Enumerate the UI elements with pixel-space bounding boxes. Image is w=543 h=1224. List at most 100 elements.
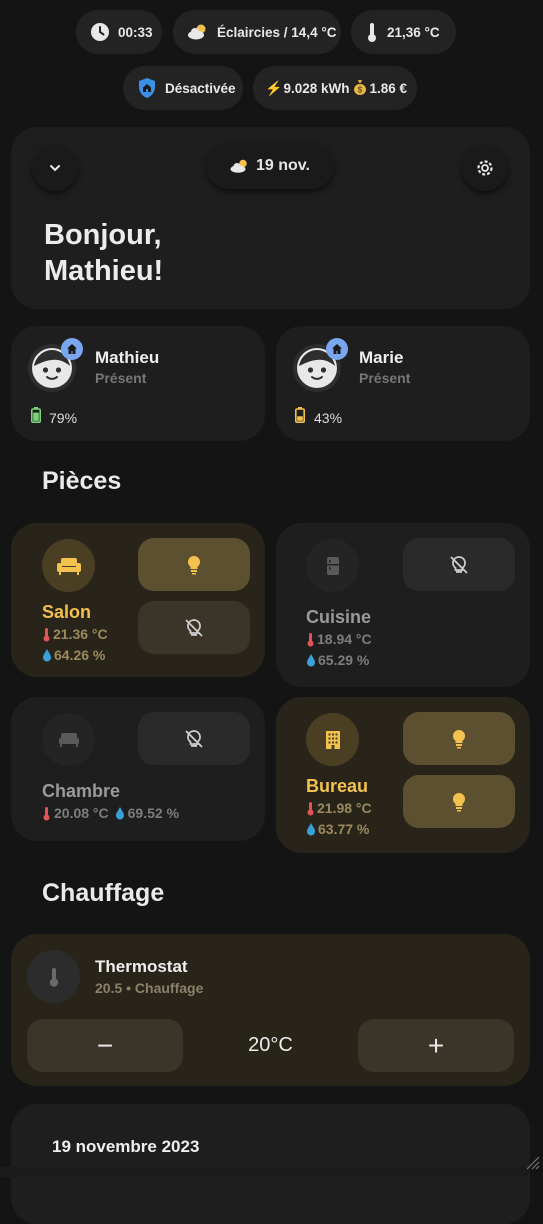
collapse-button[interactable] [32, 145, 78, 191]
bulb-icon [452, 729, 466, 748]
room-temperature: 18.94 °C [306, 631, 372, 647]
person-status: Présent [95, 370, 147, 386]
room-humidity: 63.77 % [306, 821, 369, 837]
droplet-icon [115, 806, 125, 820]
greeting-line-2: Mathieu! [44, 255, 164, 287]
increase-button[interactable]: + [358, 1019, 514, 1072]
room-card-bureau[interactable]: Bureau 21.98 °C 63.77 % [276, 697, 530, 853]
temperature-text: 21,36 °C [387, 24, 440, 40]
heating-section-title: Chauffage [42, 879, 165, 907]
light-off-button[interactable] [403, 538, 515, 591]
room-card-cuisine[interactable]: Cuisine 18.94 °C 65.29 % [276, 523, 530, 687]
calendar-card[interactable]: 19 novembre 2023 [11, 1104, 530, 1224]
partly-cloudy-icon [187, 23, 209, 41]
horizontal-scrollbar[interactable] [0, 1167, 530, 1177]
bulb-off-icon [450, 555, 468, 574]
room-icon-circle [306, 713, 359, 766]
alarm-text: Désactivée [165, 80, 236, 96]
thermometer-icon [306, 632, 315, 647]
person-status: Présent [359, 370, 411, 386]
room-temperature-value: 21.36 °C [53, 626, 108, 642]
greeting: Bonjour, Mathieu! [44, 217, 163, 289]
chevron-down-icon [50, 165, 60, 172]
person-name: Mathieu [95, 348, 160, 367]
time-chip[interactable]: 00:33 [76, 10, 162, 54]
settings-button[interactable] [462, 145, 508, 191]
bulb-off-icon [185, 729, 203, 748]
room-name: Cuisine [306, 607, 372, 627]
room-temperature: 21.36 °C [42, 626, 108, 642]
person-name: Marie [359, 348, 404, 367]
light-off-button[interactable] [138, 601, 250, 654]
droplet-icon [306, 653, 316, 667]
droplet-icon [306, 822, 316, 836]
room-icon-circle [306, 539, 359, 592]
resize-grip-icon[interactable] [524, 1154, 540, 1170]
calendar-date: 19 novembre 2023 [52, 1137, 200, 1156]
temperature-chip[interactable]: 21,36 °C [351, 10, 456, 54]
fridge-icon [326, 556, 339, 575]
light-on-button-1[interactable] [403, 712, 515, 765]
room-icon-circle [42, 713, 95, 766]
room-name: Salon [42, 602, 92, 622]
room-humidity-value: 69.52 % [127, 805, 180, 821]
battery-text: 79% [49, 410, 78, 426]
thermometer-icon [42, 806, 51, 821]
light-on-button[interactable] [138, 538, 250, 591]
thermostat-icon-circle [27, 950, 80, 1003]
room-temperature-value: 20.08 °C [54, 805, 109, 821]
date-pill[interactable]: 19 nov. [206, 143, 334, 189]
droplet-icon [42, 648, 52, 662]
battery-icon [31, 407, 41, 428]
thermostat-name: Thermostat [95, 957, 188, 976]
room-humidity-value: 65.29 % [318, 652, 370, 668]
bed-icon [58, 732, 79, 747]
person-card-mathieu[interactable]: Mathieu Présent 79% [11, 326, 265, 441]
decrease-button[interactable]: − [27, 1019, 183, 1072]
room-humidity: 64.26 % [42, 647, 105, 663]
thermometer-icon [49, 967, 58, 987]
room-humidity-value: 63.77 % [318, 821, 370, 837]
home-badge-icon [61, 338, 83, 360]
office-building-icon [325, 730, 340, 749]
room-card-salon[interactable]: Salon 21.36 °C 64.26 % [11, 523, 265, 677]
bulb-icon [452, 792, 466, 811]
clock-icon [90, 22, 110, 42]
home-badge-icon [326, 338, 348, 360]
room-name: Chambre [42, 781, 121, 801]
weather-chip[interactable]: Éclaircies / 14,4 °C [173, 10, 341, 54]
thermometer-icon [42, 627, 51, 642]
light-on-button-2[interactable] [403, 775, 515, 828]
room-card-chambre[interactable]: Chambre 20.08 °C 69.52 % [11, 697, 265, 841]
minus-icon: − [96, 1029, 114, 1061]
room-temperature-value: 18.94 °C [317, 631, 372, 647]
thermometer-icon [365, 21, 379, 43]
plus-icon: + [427, 1029, 445, 1061]
thermometer-icon [306, 801, 315, 816]
room-icon-circle [42, 539, 95, 592]
thermostat-card[interactable]: Thermostat 20.5 • Chauffage − 20°C + [11, 934, 530, 1086]
cost-text: 1.86 € [369, 80, 408, 96]
battery-text: 43% [314, 410, 343, 426]
lightning-icon: ⚡ [265, 79, 283, 96]
shield-home-icon [137, 77, 157, 99]
svg-text:$: $ [358, 85, 363, 94]
bulb-off-icon [185, 618, 203, 637]
room-stats: 20.08 °C 69.52 % [42, 805, 179, 821]
battery-fill [297, 416, 303, 421]
cloud-sun-icon [230, 159, 250, 173]
thermostat-state: 20.5 • Chauffage [95, 980, 204, 996]
battery-icon [295, 407, 305, 428]
energy-text: 9.028 kWh [283, 80, 350, 96]
person-card-marie[interactable]: Marie Présent 43% [276, 326, 530, 441]
room-temperature: 21.98 °C [306, 800, 372, 816]
time-text: 00:33 [118, 24, 153, 40]
room-temperature-value: 21.98 °C [317, 800, 372, 816]
battery-fill [33, 412, 39, 421]
light-off-button[interactable] [138, 712, 250, 765]
room-humidity-value: 64.26 % [54, 647, 106, 663]
gear-icon [477, 160, 493, 176]
energy-chip[interactable]: ⚡ 9.028 kWh $ 1.86 € [253, 66, 417, 110]
greeting-line-1: Bonjour, [44, 219, 162, 251]
alarm-chip[interactable]: Désactivée [123, 66, 243, 110]
